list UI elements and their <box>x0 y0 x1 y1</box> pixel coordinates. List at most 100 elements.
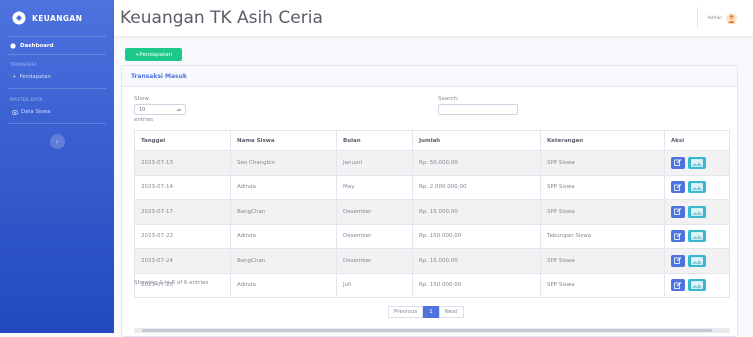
sidebar-toggle-button[interactable]: ‹ <box>49 134 65 149</box>
sidebar-item-label: Data Siswa <box>21 109 51 115</box>
cell-bulan: Juli <box>336 272 413 298</box>
cell-tanggal: 2023-07-13 <box>134 150 231 176</box>
eye-icon <box>12 109 18 115</box>
sidebar-item-dashboard[interactable]: Dashboard <box>0 37 114 54</box>
delete-button[interactable] <box>688 254 706 267</box>
cell-nama-siswa: Seo Changbin <box>230 150 337 176</box>
table-row: 2023-07-13 Seo Changbin Januari Rp. 50.0… <box>134 150 730 176</box>
chevron-left-icon: ‹ <box>55 137 59 146</box>
cell-tanggal: 2023-07-24 <box>134 248 231 274</box>
cell-nama-siswa: Adinda <box>230 272 337 298</box>
dashboard-icon <box>10 42 16 49</box>
edit-icon <box>674 232 682 240</box>
column-header-tanggal[interactable]: Tanggal <box>134 130 231 151</box>
edit-button[interactable] <box>671 156 685 169</box>
table-row: 2023-07-14 Adinda May Rp. 2.000.000,00 S… <box>134 174 730 200</box>
cell-jumlah: Rp. 50.000,00 <box>412 150 541 176</box>
cell-bulan: May <box>336 174 413 200</box>
edit-button[interactable] <box>671 181 685 194</box>
horizontal-scrollbar[interactable] <box>134 328 730 333</box>
sidebar-item-label: Pendapatan <box>19 74 51 80</box>
column-header-nama-siswa[interactable]: Nama Siswa <box>230 130 337 151</box>
pagination: Previous 1 Next <box>388 306 464 318</box>
cell-bulan: Januari <box>336 150 413 176</box>
add-pendapatan-label: +Pendapatan <box>134 51 173 58</box>
transaksi-card: Transaksi Masuk Show 10 ▴▾ entries Searc… <box>121 65 738 337</box>
show-label: Show <box>134 96 149 102</box>
cell-jumlah: Rp. 15.000,00 <box>412 248 541 274</box>
entries-select[interactable]: 10 ▴▾ <box>134 104 186 115</box>
table-row: 2023-07-24 BangChan Desember Rp. 15.000,… <box>134 248 730 274</box>
avatar-icon <box>726 12 737 24</box>
topbar: Keuangan TK Asih Ceria Admin <box>114 0 753 36</box>
previous-page-button[interactable]: Previous <box>388 306 424 318</box>
cell-aksi <box>664 272 730 298</box>
table-row: 2023-07-17 BangChan Desember Rp. 15.000,… <box>134 199 730 225</box>
card-title: Transaksi Masuk <box>122 66 737 87</box>
cell-jumlah: Rp. 15.000,00 <box>412 199 541 225</box>
cell-nama-siswa: Adinda <box>230 174 337 200</box>
next-page-button[interactable]: Next <box>438 306 464 318</box>
column-header-bulan[interactable]: Bulan <box>336 130 413 151</box>
select-arrows-icon: ▴▾ <box>176 107 181 112</box>
sidebar-item-pendapatan[interactable]: + Pendapatan <box>0 70 114 84</box>
table-row: 2023-07-22 Adinda Desember Rp. 150.000,0… <box>134 223 730 249</box>
column-header-keterangan[interactable]: Keterangan <box>540 130 665 151</box>
delete-button[interactable] <box>688 181 706 194</box>
cell-keterangan: SPP Siswa <box>540 272 665 298</box>
user-menu[interactable]: Admin <box>696 7 753 29</box>
image-icon <box>691 281 703 290</box>
edit-icon <box>674 281 682 289</box>
column-header-aksi[interactable]: Aksi <box>664 130 730 151</box>
delete-button[interactable] <box>688 205 706 218</box>
sidebar-heading-master: MASTER DATA <box>10 96 43 102</box>
delete-button[interactable] <box>688 279 706 292</box>
cell-aksi <box>664 199 730 225</box>
transaksi-table: Tanggal Nama Siswa Bulan Jumlah Keterang… <box>134 130 730 298</box>
cell-jumlah: Rp. 2.000.000,00 <box>412 174 541 200</box>
edit-button[interactable] <box>671 205 685 218</box>
cell-keterangan: SPP Siswa <box>540 199 665 225</box>
cell-nama-siswa: Adinda <box>230 223 337 249</box>
delete-button[interactable] <box>688 156 706 169</box>
image-icon <box>691 256 703 265</box>
scrollbar-thumb[interactable] <box>142 329 712 332</box>
sidebar-heading-transaksi: TRANSAKSI <box>10 61 37 67</box>
cell-jumlah: Rp. 150.000,00 <box>412 223 541 249</box>
search-label: Search: <box>438 96 459 102</box>
edit-icon <box>674 159 682 167</box>
table-info: Showing 1 to 6 of 6 entries <box>134 280 209 286</box>
sidebar-brand[interactable]: KEUANGAN <box>0 0 114 36</box>
sidebar-divider <box>8 54 106 55</box>
delete-button[interactable] <box>688 230 706 243</box>
cell-aksi <box>664 223 730 249</box>
edit-button[interactable] <box>671 230 685 243</box>
brand-name: KEUANGAN <box>32 13 83 23</box>
sidebar-item-label: Dashboard <box>20 42 54 49</box>
page-title: Keuangan TK Asih Ceria <box>120 8 323 28</box>
edit-button[interactable] <box>671 279 685 292</box>
cell-aksi <box>664 248 730 274</box>
search-input[interactable] <box>438 104 518 115</box>
cell-nama-siswa: BangChan <box>230 248 337 274</box>
cell-tanggal: 2023-07-22 <box>134 223 231 249</box>
column-header-jumlah[interactable]: Jumlah <box>412 130 541 151</box>
cell-tanggal: 2023-07-17 <box>134 199 231 225</box>
edit-icon <box>674 257 682 265</box>
entries-select-value: 10 <box>139 106 146 113</box>
user-name: Admin <box>707 15 722 21</box>
page-1-button[interactable]: 1 <box>423 306 439 318</box>
brand-logo-icon <box>12 11 26 25</box>
add-pendapatan-button[interactable]: +Pendapatan <box>125 48 182 61</box>
search-control: Search: <box>438 96 518 115</box>
cell-aksi <box>664 174 730 200</box>
edit-button[interactable] <box>671 254 685 267</box>
cell-jumlah: Rp. 150.000,00 <box>412 272 541 298</box>
sidebar-item-data-siswa[interactable]: Data Siswa <box>0 105 114 119</box>
cell-nama-siswa: BangChan <box>230 199 337 225</box>
image-icon <box>691 207 703 216</box>
sidebar-divider <box>8 88 106 89</box>
plus-icon: + <box>12 74 17 80</box>
image-icon <box>691 232 703 241</box>
cell-keterangan: Tabungan Siswa <box>540 223 665 249</box>
